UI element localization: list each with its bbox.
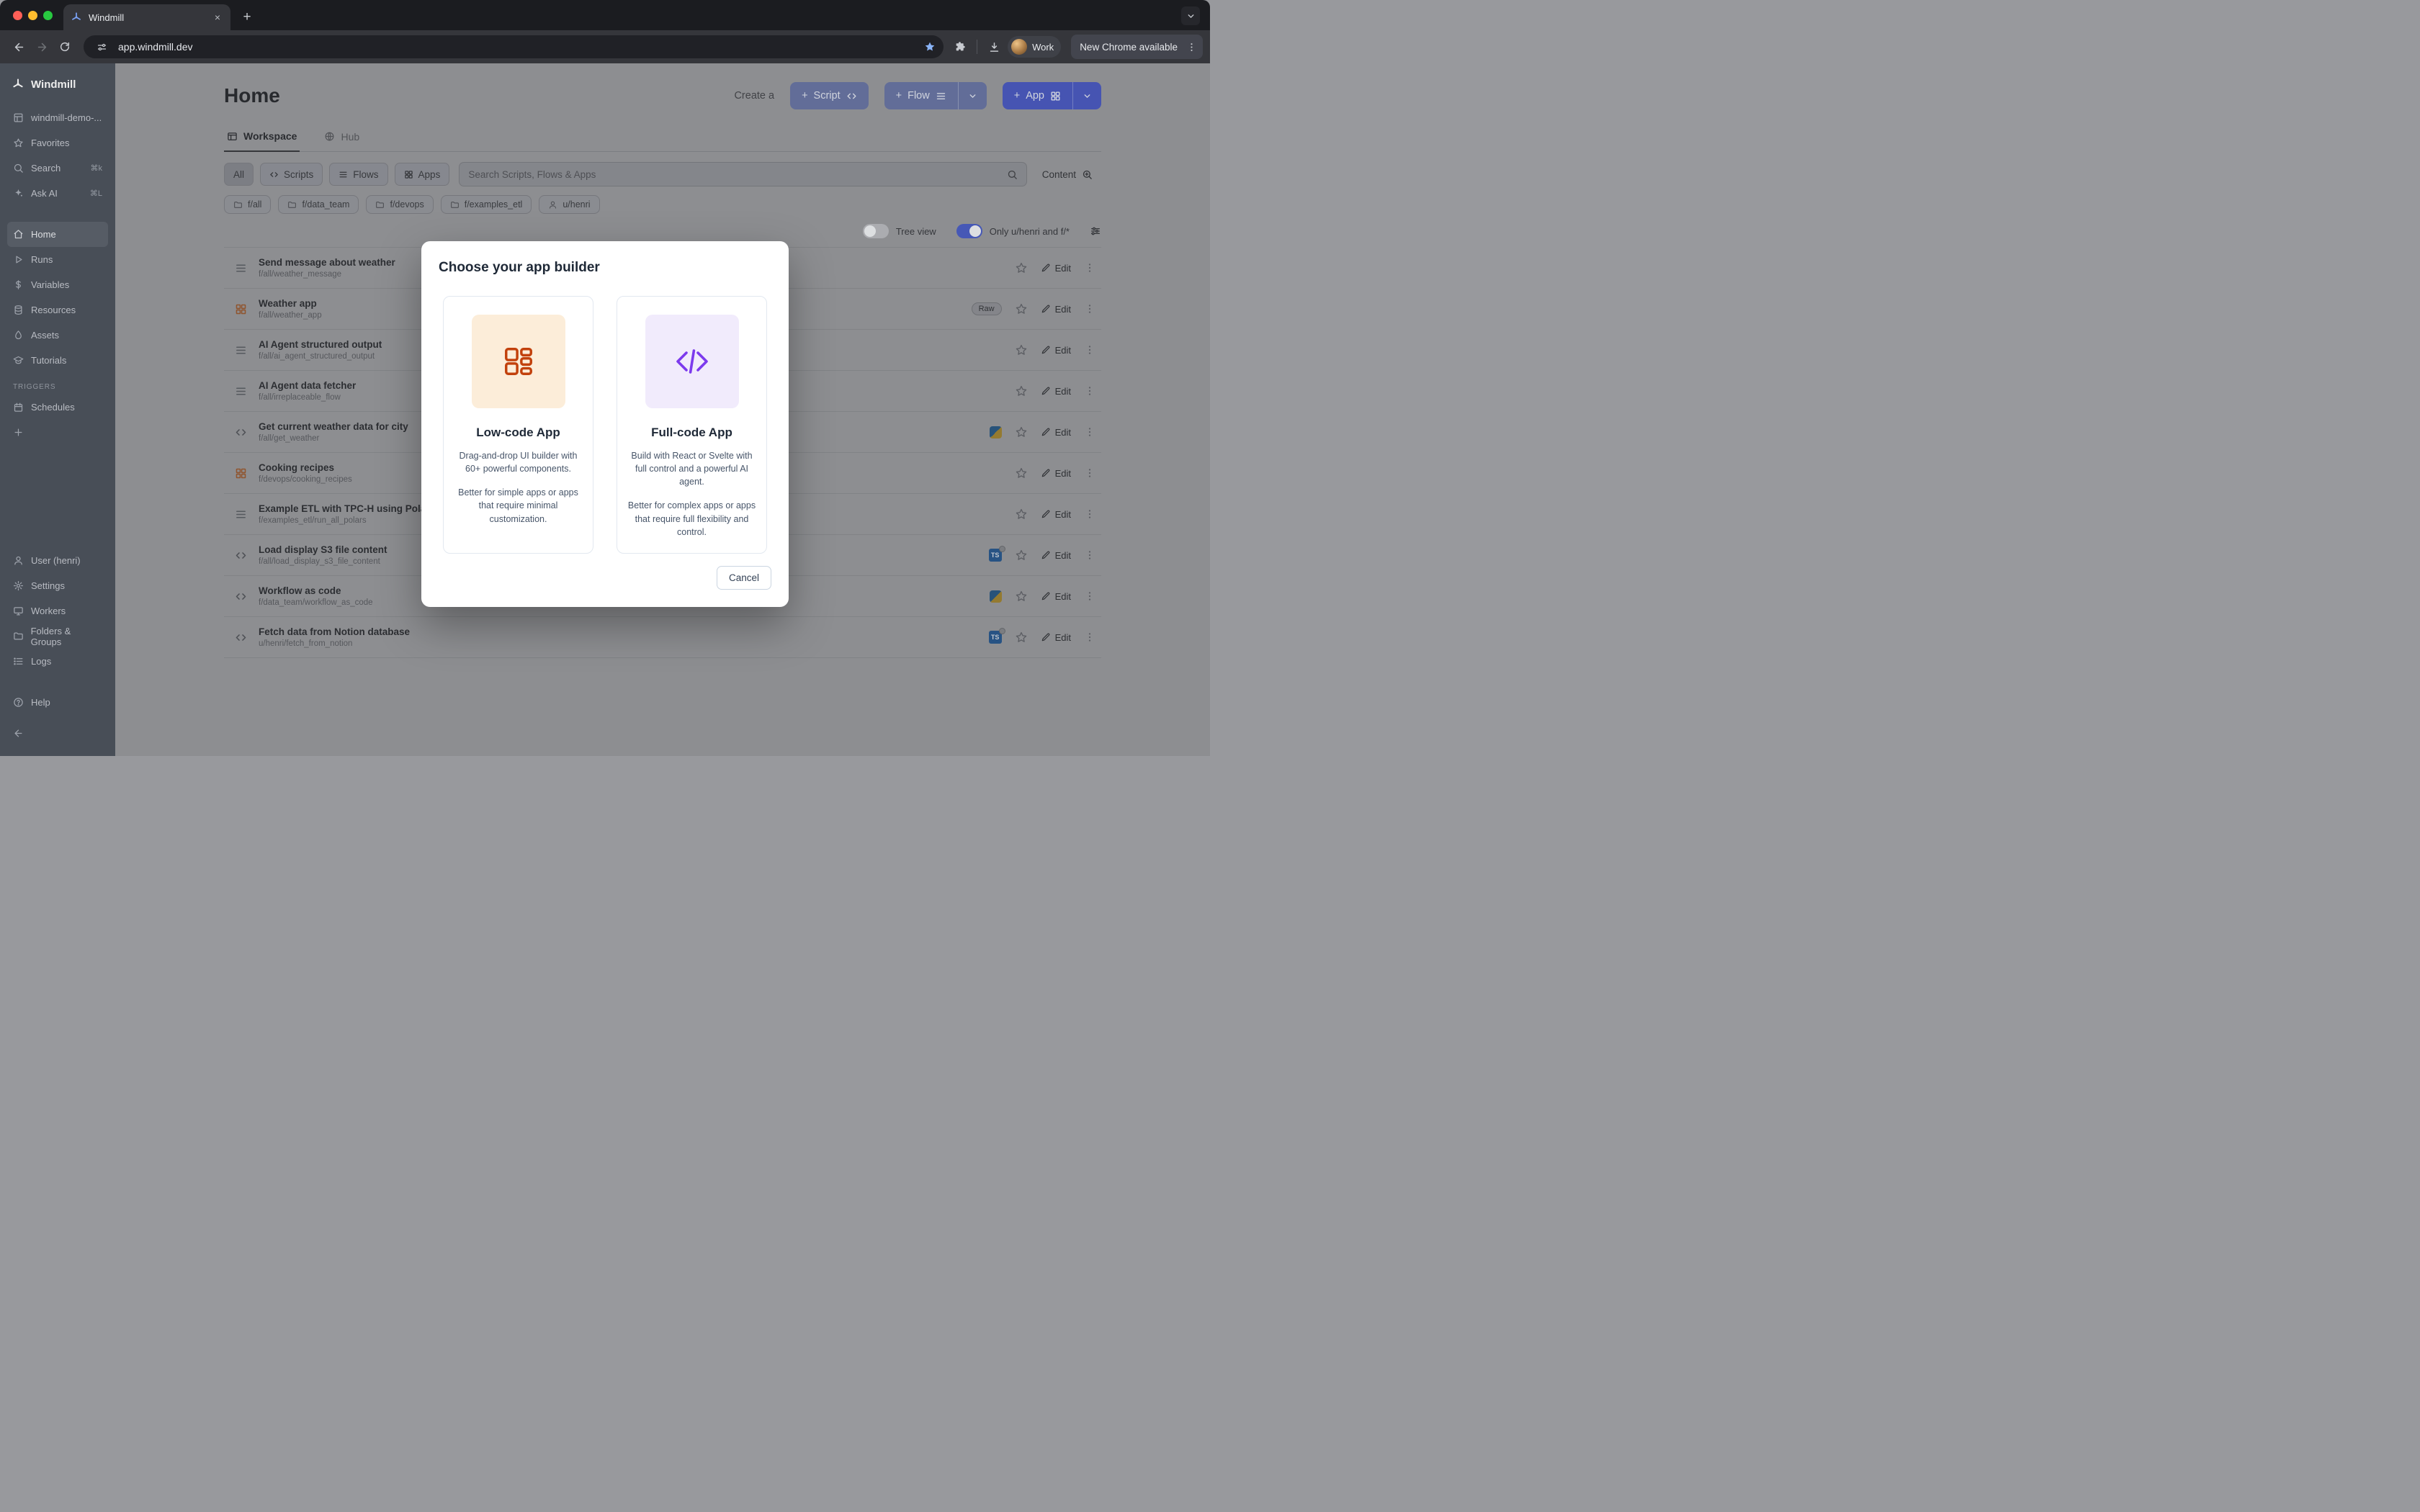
full-code-note: Better for complex apps or apps that req…	[627, 499, 757, 538]
low-code-illustration	[472, 315, 565, 408]
bookmark-star-icon[interactable]	[920, 37, 939, 56]
browser-menu-kebab-icon[interactable]	[1183, 39, 1199, 55]
zoom-window-button[interactable]	[43, 11, 53, 20]
dashboard-grid-icon	[502, 345, 535, 378]
close-window-button[interactable]	[13, 11, 22, 20]
extensions-icon[interactable]	[951, 37, 969, 56]
update-label: New Chrome available	[1080, 42, 1178, 53]
forward-icon[interactable]	[30, 35, 53, 58]
full-code-description: Build with React or Svelte with full con…	[627, 449, 757, 488]
download-icon[interactable]	[985, 37, 1003, 56]
modal-title: Choose your app builder	[439, 260, 771, 276]
tab-search-chevron-icon[interactable]	[1181, 6, 1200, 25]
chrome-update-button[interactable]: New Chrome available	[1071, 35, 1203, 59]
full-code-illustration	[645, 315, 739, 408]
tab-strip: Windmill × +	[0, 0, 1210, 30]
browser-tab[interactable]: Windmill ×	[63, 4, 230, 30]
back-icon[interactable]	[7, 35, 30, 58]
windmill-app: Windmill windmill-demo-... Favorites Sea…	[0, 63, 1210, 756]
low-code-note: Better for simple apps or apps that requ…	[453, 486, 583, 525]
minimize-window-button[interactable]	[28, 11, 37, 20]
reload-icon[interactable]	[53, 35, 76, 58]
low-code-description: Drag-and-drop UI builder with 60+ powerf…	[453, 449, 583, 475]
full-code-app-card[interactable]: Full-code App Build with React or Svelte…	[617, 296, 767, 554]
address-bar[interactable]: app.windmill.dev	[84, 35, 944, 58]
avatar	[1011, 39, 1027, 55]
new-tab-button[interactable]: +	[236, 6, 258, 28]
tab-title: Windmill	[89, 12, 124, 23]
window-controls	[13, 11, 53, 20]
site-settings-icon[interactable]	[92, 37, 111, 56]
profile-name: Work	[1032, 42, 1054, 53]
tab-close-icon[interactable]: ×	[212, 11, 223, 24]
code-icon	[675, 344, 709, 379]
url-text: app.windmill.dev	[118, 41, 193, 53]
cancel-button[interactable]: Cancel	[717, 566, 771, 590]
browser-toolbar: app.windmill.dev Work New Chrome availab…	[0, 30, 1210, 63]
app-builder-modal: Choose your app builder Low-code App Dra…	[421, 241, 789, 607]
low-code-app-card[interactable]: Low-code App Drag-and-drop UI builder wi…	[443, 296, 593, 554]
full-code-title: Full-code App	[651, 426, 732, 440]
browser-chrome: Windmill × + app.windmill.dev	[0, 0, 1210, 63]
profile-chip[interactable]: Work	[1008, 36, 1061, 58]
low-code-title: Low-code App	[476, 426, 560, 440]
windmill-favicon	[71, 12, 82, 23]
toolbar-right-cluster: Work New Chrome available	[951, 35, 1203, 59]
